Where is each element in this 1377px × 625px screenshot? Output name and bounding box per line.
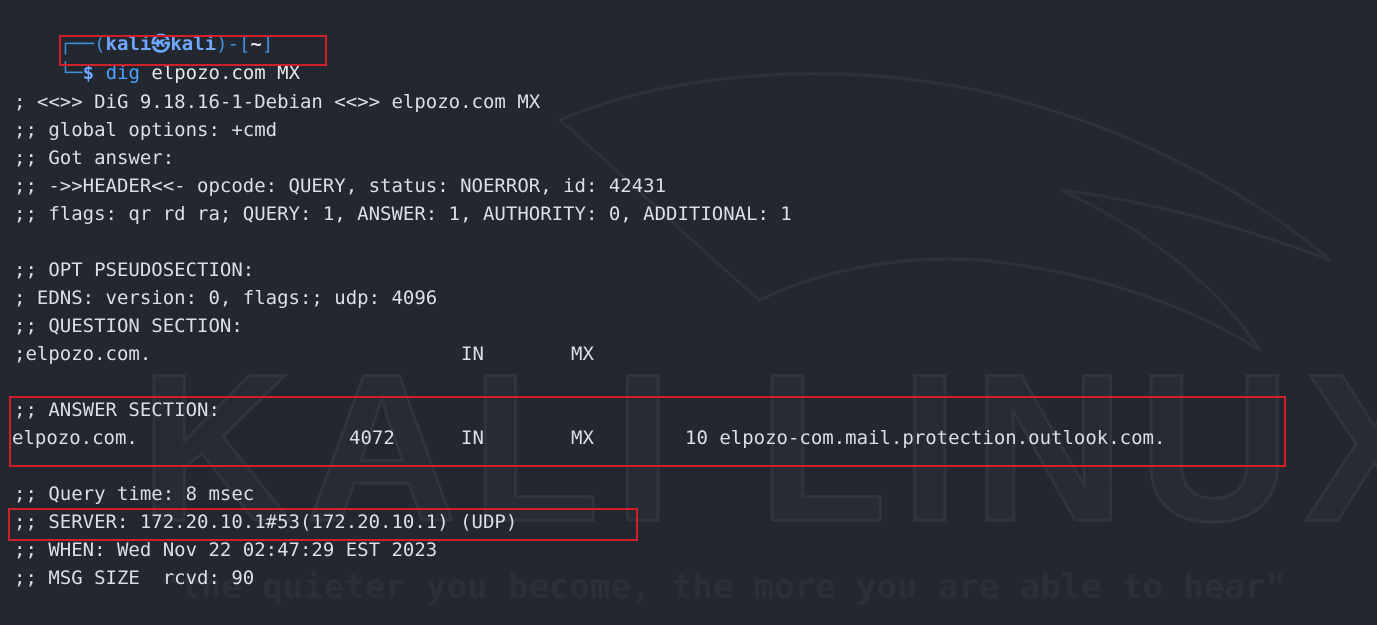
edns-line: ; EDNS: version: 0, flags:; udp: 4096 — [14, 287, 438, 309]
query-time: ;; Query time: 8 msec — [14, 483, 255, 505]
answer-section-heading: ;; ANSWER SECTION: — [14, 399, 220, 421]
got-answer: ;; Got answer: — [14, 147, 175, 169]
flags-line: ;; flags: qr rd ra; QUERY: 1, ANSWER: 1,… — [14, 203, 792, 225]
msg-size-line: ;; MSG SIZE rcvd: 90 — [14, 567, 255, 589]
answer-data: 10 elpozo-com.mail.protection.outlook.co… — [685, 427, 1166, 449]
question-name: ;elpozo.com. — [14, 343, 152, 365]
header-line: ;; ->>HEADER<<- opcode: QUERY, status: N… — [14, 175, 667, 197]
prompt-line: ┌──(kali㉿kali)-[~] — [14, 2, 274, 55]
answer-ttl: 4072 — [349, 427, 395, 449]
command-line[interactable]: └─$ dig elpozo.com MX — [14, 31, 300, 84]
global-options: ;; global options: +cmd — [14, 119, 278, 141]
command-args: elpozo.com MX — [151, 62, 301, 84]
dig-banner: ; <<>> DiG 9.18.16-1-Debian <<>> elpozo.… — [14, 91, 541, 113]
question-class: IN — [461, 343, 484, 365]
answer-class: IN — [461, 427, 484, 449]
answer-name: elpozo.com. — [12, 427, 138, 449]
prompt-dollar: $ — [82, 62, 95, 84]
command-program: dig — [105, 62, 140, 84]
server-line: ;; SERVER: 172.20.10.1#53(172.20.10.1) (… — [14, 511, 518, 533]
question-section-heading: ;; QUESTION SECTION: — [14, 315, 243, 337]
prompt-frame-bottom: └─ — [59, 62, 83, 84]
opt-pseudosection: ;; OPT PSEUDOSECTION: — [14, 259, 255, 281]
terminal-window[interactable]: KALI LINUX "the quieter you become, the … — [0, 0, 1377, 625]
question-type: MX — [571, 343, 594, 365]
question-row: ;elpozo.com. IN MX — [14, 340, 1314, 368]
when-line: ;; WHEN: Wed Nov 22 02:47:29 EST 2023 — [14, 539, 438, 561]
watermark-tagline: "the quieter you become, the more you ar… — [160, 567, 1286, 607]
answer-type: MX — [571, 427, 594, 449]
answer-row: elpozo.com. 4072 IN MX 10 elpozo-com.mai… — [12, 424, 1312, 452]
